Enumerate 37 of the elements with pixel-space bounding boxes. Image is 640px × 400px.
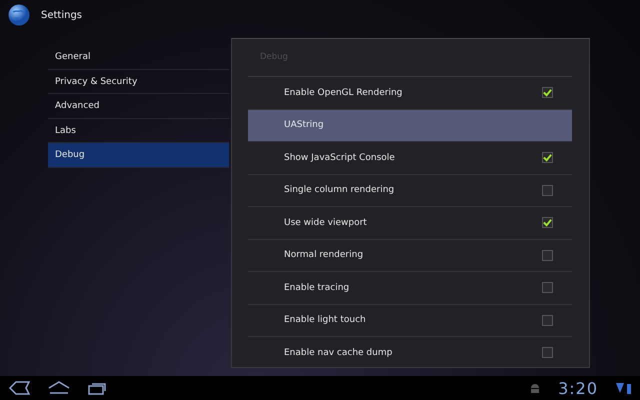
settings-row[interactable]: Enable light touch xyxy=(248,304,572,337)
android-icon[interactable] xyxy=(530,383,540,393)
sidebar-item[interactable]: Advanced xyxy=(48,94,229,118)
signal-icon xyxy=(616,382,632,394)
sidebar-item[interactable]: Debug xyxy=(48,143,229,168)
row-label: Show JavaScript Console xyxy=(284,152,396,163)
checkbox[interactable] xyxy=(542,217,553,228)
checkbox[interactable] xyxy=(542,314,553,326)
settings-row[interactable]: Normal rendering xyxy=(248,240,572,272)
checkbox[interactable] xyxy=(542,87,553,98)
sidebar-item[interactable]: General xyxy=(48,45,229,70)
row-label: Enable light touch xyxy=(284,315,367,326)
back-icon[interactable] xyxy=(8,381,30,395)
checkbox[interactable] xyxy=(542,152,553,164)
row-label: Enable OpenGL Rendering xyxy=(284,88,404,98)
settings-row[interactable]: Single column rendering xyxy=(248,174,572,207)
app-title: Settings xyxy=(41,10,82,20)
home-icon[interactable] xyxy=(48,381,70,395)
recent-apps-icon[interactable] xyxy=(88,381,108,395)
row-label: Normal rendering xyxy=(284,250,364,260)
clock: 3:20 xyxy=(558,378,598,398)
checkbox[interactable] xyxy=(542,184,553,196)
settings-row[interactable]: Show JavaScript Console xyxy=(248,142,572,174)
row-label: Use wide viewport xyxy=(284,218,368,228)
checkbox[interactable] xyxy=(542,282,553,294)
row-label: Enable nav cache dump xyxy=(284,348,394,358)
sidebar-item[interactable]: Privacy & Security xyxy=(48,70,229,94)
checkbox[interactable] xyxy=(542,347,553,358)
row-label: Single column rendering xyxy=(284,185,396,196)
row-label: Enable tracing xyxy=(284,282,350,293)
globe-icon[interactable] xyxy=(8,4,30,26)
checkbox[interactable] xyxy=(542,250,553,261)
settings-row[interactable]: Enable nav cache dump xyxy=(248,337,572,367)
settings-row[interactable]: UAString xyxy=(248,110,572,142)
settings-row[interactable]: Use wide viewport xyxy=(248,207,572,240)
row-label: UAString xyxy=(284,120,325,130)
settings-row[interactable]: Enable tracing xyxy=(248,272,572,304)
